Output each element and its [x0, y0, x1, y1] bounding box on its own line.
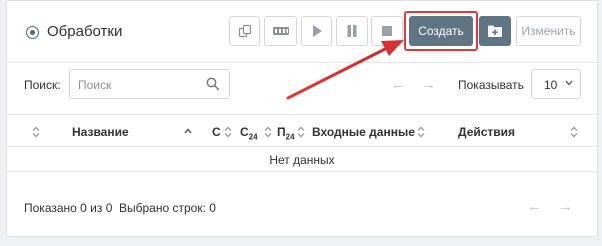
annotation-arrow-icon — [286, 40, 404, 100]
annotation-arrow-overlay — [286, 40, 404, 100]
